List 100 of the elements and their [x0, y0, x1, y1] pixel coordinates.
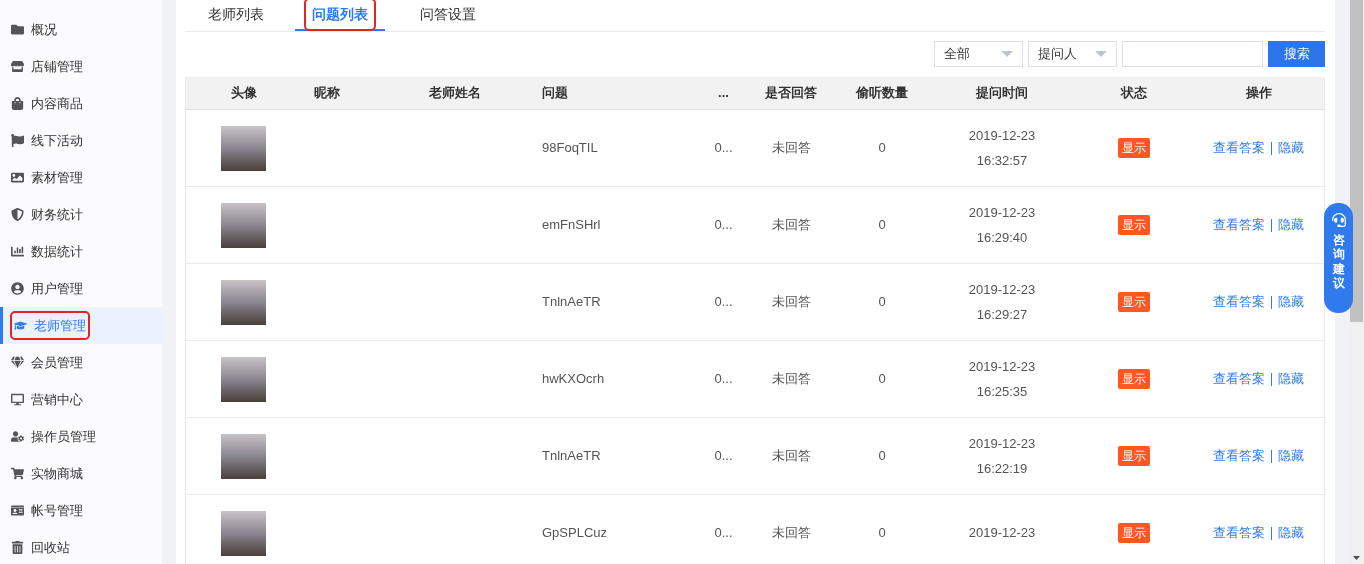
monitor-icon [11, 393, 24, 406]
action-link[interactable]: 查看答案 [1213, 523, 1265, 543]
sidebar-item[interactable]: 实物商城 [0, 455, 162, 492]
sidebar-item[interactable]: 内容商品 [0, 85, 162, 122]
search-field[interactable] [1122, 41, 1263, 67]
sidebar-label: 营销中心 [31, 390, 83, 409]
action-link[interactable]: 查看答案 [1213, 446, 1265, 466]
sidebar-label: 帐号管理 [31, 501, 83, 520]
photo-placeholder [221, 510, 266, 556]
listen-count: 0 [878, 524, 886, 543]
sidebar-label: 老师管理 [34, 316, 86, 335]
answer-status: 未回答 [771, 447, 811, 466]
question-time: 16:25:35 [976, 383, 1028, 401]
sidebar-item[interactable]: 会员管理 [0, 344, 162, 381]
action-link[interactable]: 查看答案 [1213, 292, 1265, 312]
caret-icon [1001, 51, 1013, 57]
gem-icon [11, 356, 24, 369]
sidebar-item[interactable]: 数据统计 [0, 233, 162, 270]
column-header: ... [718, 84, 729, 103]
headset-icon [1331, 213, 1346, 227]
question-date: 2019-12-23 [968, 524, 1036, 543]
sidebar-item[interactable]: 营销中心 [0, 381, 162, 418]
sidebar-item[interactable]: 线下活动 [0, 122, 162, 159]
sidebar-item[interactable]: 概况 [0, 11, 162, 48]
sidebar-label: 内容商品 [31, 94, 83, 113]
consult-button[interactable]: 咨询建议 [1324, 203, 1353, 313]
tab[interactable]: 问题列表 [295, 0, 385, 31]
sidebar-item[interactable]: 回收站 [0, 529, 162, 564]
search-button[interactable]: 搜索 [1268, 41, 1325, 67]
action-link[interactable]: 隐藏 [1278, 446, 1304, 466]
status-tag: 显示 [1117, 446, 1150, 466]
column-header: 偷听数量 [856, 84, 908, 103]
listen-count: 0 [878, 293, 886, 312]
action-link[interactable]: 隐藏 [1278, 523, 1304, 543]
tab-label: 问题列表 [306, 0, 374, 29]
sidebar-item[interactable]: 店铺管理 [0, 48, 162, 85]
sidebar-item[interactable]: 帐号管理 [0, 492, 162, 529]
status-tag: 显示 [1117, 369, 1150, 389]
graduation-cap-icon [14, 319, 27, 332]
consult-label: 咨询建议 [1332, 233, 1345, 291]
sidebar-label: 数据统计 [31, 242, 83, 261]
tab[interactable]: 老师列表 [201, 0, 271, 31]
action-link[interactable]: 隐藏 [1278, 292, 1304, 312]
action-link[interactable]: 隐藏 [1278, 215, 1304, 235]
action-link[interactable]: 查看答案 [1213, 369, 1265, 389]
tab-label: 问答设置 [419, 5, 477, 24]
column-header: 问题 [542, 84, 568, 103]
sidebar-label: 财务统计 [31, 205, 83, 224]
sidebar-label: 回收站 [31, 538, 70, 557]
scrollbar-thumb[interactable] [1350, 0, 1363, 322]
photo-placeholder [221, 279, 266, 325]
action-link[interactable]: 隐藏 [1278, 369, 1304, 389]
status-select[interactable]: 全部 [934, 41, 1023, 67]
table-cell-text: 0... [714, 139, 733, 158]
action-link[interactable]: 查看答案 [1213, 138, 1265, 158]
id-card-icon [11, 504, 24, 517]
answer-status: 未回答 [771, 293, 811, 312]
field-select[interactable]: 提问人 [1028, 41, 1117, 67]
question-time: 16:22:19 [976, 460, 1028, 478]
sidebar-item[interactable]: 用户管理 [0, 270, 162, 307]
tab[interactable]: 问答设置 [403, 0, 493, 31]
question-date: 2019-12-23 [968, 203, 1036, 222]
sidebar-item[interactable]: 老师管理 [0, 307, 162, 344]
arrow-down-icon [1353, 556, 1360, 560]
question-date: 2019-12-23 [968, 357, 1036, 376]
photo-placeholder [221, 356, 266, 402]
listen-count: 0 [878, 216, 886, 235]
bar-chart-icon [11, 245, 24, 258]
photo-placeholder [221, 202, 266, 248]
listen-count: 0 [878, 139, 886, 158]
sidebar-item[interactable]: 素材管理 [0, 159, 162, 196]
question-text: 98FoqTIL [542, 139, 598, 158]
question-date: 2019-12-23 [968, 126, 1036, 145]
trash-icon [11, 541, 24, 554]
sidebar-label: 线下活动 [31, 131, 83, 150]
question-text: GpSPLCuz [542, 524, 608, 543]
shield-icon [11, 208, 24, 221]
answer-status: 未回答 [771, 370, 811, 389]
photo-placeholder [221, 433, 266, 479]
caret-icon [1095, 51, 1107, 57]
question-text: emFnSHrl [542, 216, 601, 235]
table-cell-text: 0... [714, 370, 733, 389]
answer-status: 未回答 [771, 524, 811, 543]
action-link[interactable]: 查看答案 [1213, 215, 1265, 235]
answer-status: 未回答 [771, 139, 811, 158]
column-header: 是否回答 [765, 84, 817, 103]
listen-count: 0 [878, 370, 886, 389]
table-cell-text: 0... [714, 524, 733, 543]
sidebar-label: 用户管理 [31, 279, 83, 298]
sidebar-label: 店铺管理 [31, 57, 83, 76]
listen-count: 0 [878, 447, 886, 466]
sidebar-item[interactable]: 财务统计 [0, 196, 162, 233]
action-link[interactable]: 隐藏 [1278, 138, 1304, 158]
sidebar-label: 操作员管理 [31, 427, 96, 446]
image-icon [11, 171, 24, 184]
column-header: 老师姓名 [429, 84, 481, 103]
bag-icon [11, 97, 24, 110]
sidebar-label: 素材管理 [31, 168, 83, 187]
column-header: 状态 [1120, 84, 1147, 103]
sidebar-item[interactable]: 操作员管理 [0, 418, 162, 455]
